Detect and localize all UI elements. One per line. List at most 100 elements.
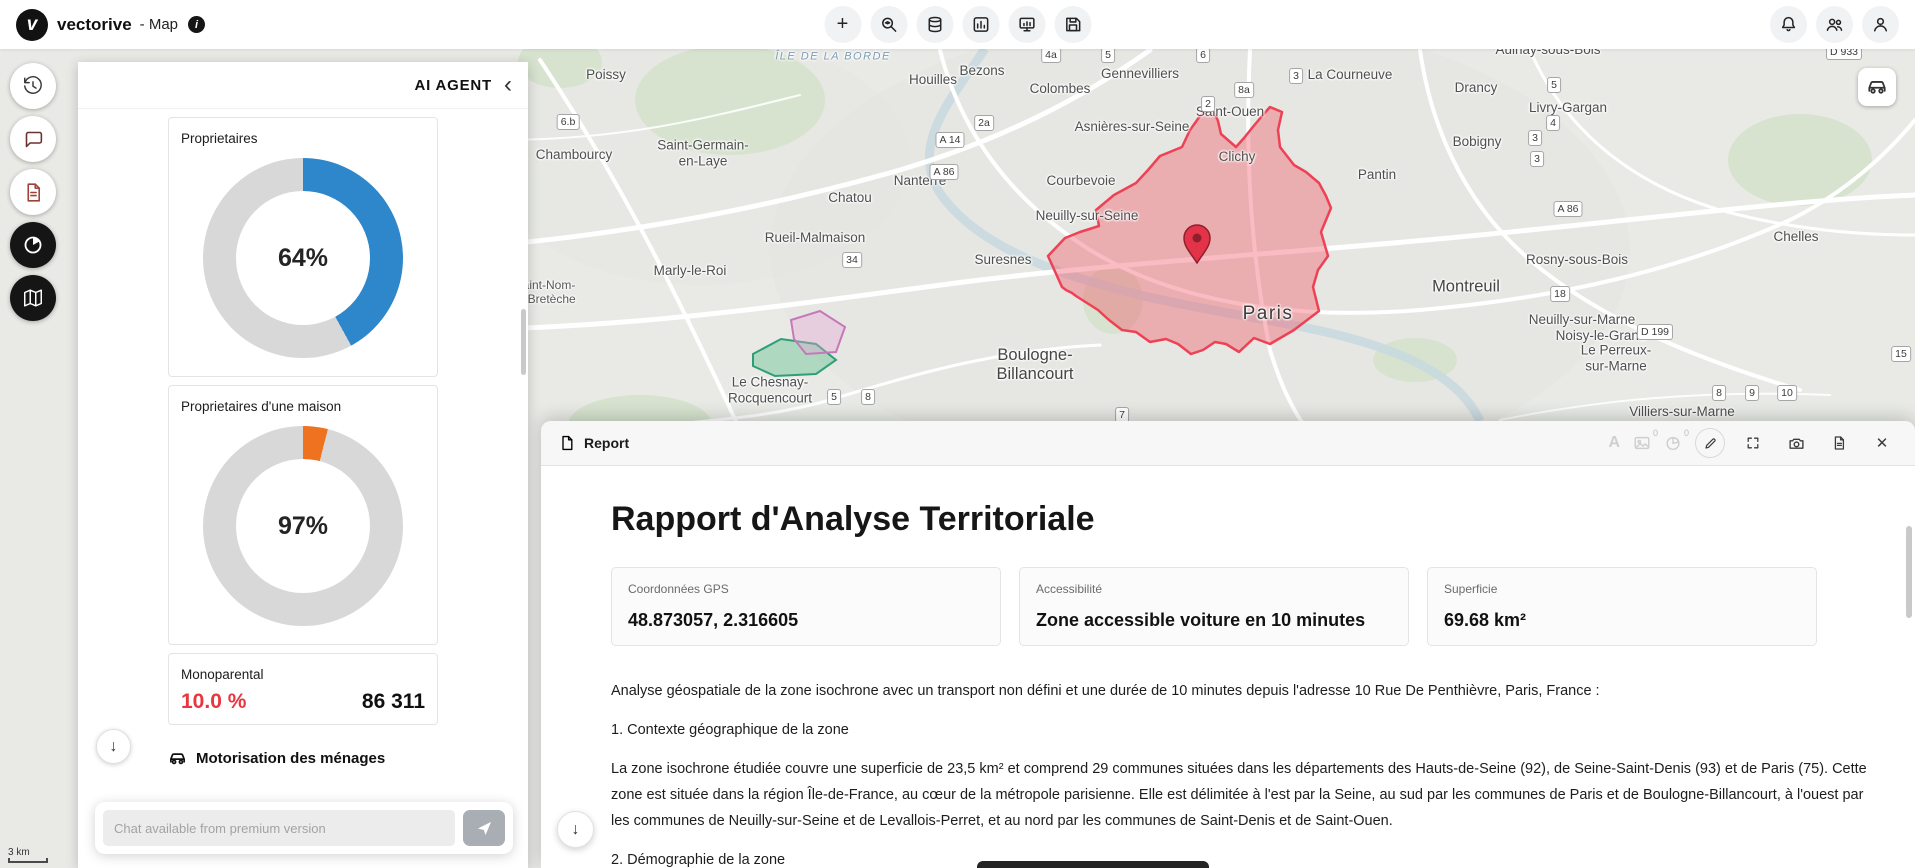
pie-chart-icon: [22, 234, 44, 256]
ai-agent-header: AI AGENT ‹: [78, 62, 528, 109]
topbar: v vectorive - Map i +: [0, 0, 1915, 49]
donut-card-maison: Proprietaires d'une maison 97%: [168, 385, 438, 645]
statistics-button[interactable]: [962, 6, 999, 43]
screenshot-button[interactable]: [1781, 428, 1811, 458]
donut-chart-maison: 97%: [203, 426, 403, 626]
donut-value: 64%: [236, 191, 370, 325]
page-label: - Map: [140, 16, 178, 33]
brand-logo[interactable]: v: [16, 9, 48, 41]
report-header: Report A 0: [541, 421, 1915, 466]
panel-scrollbar[interactable]: [521, 309, 526, 375]
report-body: Rapport d'Analyse Territoriale Coordonné…: [541, 466, 1915, 868]
font-tool-icon: A: [1608, 434, 1620, 452]
search-icon: [879, 15, 898, 34]
send-icon: [476, 820, 493, 837]
document-icon: [23, 182, 44, 203]
ai-agent-body: Proprietaires 64% Proprietaires d'une ma…: [78, 109, 528, 868]
pencil-icon: [1703, 436, 1718, 451]
report-heading: Rapport d'Analyse Territoriale: [611, 500, 1879, 539]
report-text: Analyse géospatiale de la zone isochrone…: [611, 678, 1879, 868]
report-toolbar: A 0 0: [1608, 428, 1897, 458]
section-motorisation-label: Motorisation des ménages: [196, 750, 385, 767]
user-icon: [1871, 15, 1890, 34]
badge-count: 0: [1653, 428, 1658, 438]
kpi-percent: 10.0 %: [181, 690, 246, 714]
section-motorisation: Motorisation des ménages: [168, 749, 438, 768]
team-button[interactable]: [1816, 6, 1853, 43]
export-button[interactable]: [1824, 428, 1854, 458]
profile-button[interactable]: [1862, 6, 1899, 43]
bar-chart-icon: [971, 15, 990, 34]
users-icon: [1825, 15, 1844, 34]
indicator-cards: Proprietaires 64% Proprietaires d'une ma…: [168, 117, 438, 768]
info-card-superficie: Superficie 69.68 km²: [1427, 567, 1817, 646]
report-panel: Report A 0: [541, 421, 1915, 868]
panel-scroll-down-button[interactable]: ↓: [96, 729, 131, 764]
info-card-accessibilite: Accessibilité Zone accessible voiture en…: [1019, 567, 1409, 646]
expand-icon: [1745, 435, 1761, 451]
bottom-toolbar-peek[interactable]: [977, 861, 1209, 868]
edit-report-button[interactable]: [1695, 428, 1725, 458]
presentation-icon: [1017, 15, 1036, 34]
report-info-cards: Coordonnées GPS 48.873057, 2.316605 Acce…: [611, 567, 1817, 646]
topbar-tools: +: [824, 6, 1091, 43]
ai-agent-title: AI AGENT: [414, 77, 492, 94]
report-section1-body: La zone isochrone étudiée couvre une sup…: [611, 756, 1879, 834]
brand-name: vectorive: [57, 15, 132, 35]
chat-button[interactable]: [10, 116, 56, 162]
badge-count: 0: [1684, 428, 1689, 438]
send-button[interactable]: [463, 810, 505, 846]
chat-icon: [23, 129, 44, 150]
notifications-button[interactable]: [1770, 6, 1807, 43]
search-layers-button[interactable]: [870, 6, 907, 43]
card-title: Monoparental: [181, 667, 425, 682]
report-section2-title: 2. Démographie de la zone: [611, 847, 1879, 868]
kpi-count: 86 311: [362, 690, 425, 714]
map-scale-label: 3 km: [8, 847, 30, 858]
donut-chart-proprietaires: 64%: [203, 158, 403, 358]
car-icon: [1866, 76, 1888, 98]
save-icon: [1063, 15, 1082, 34]
report-intro: Analyse géospatiale de la zone isochrone…: [611, 678, 1879, 704]
report-scroll-down-button[interactable]: ↓: [557, 811, 594, 848]
presentation-button[interactable]: [1008, 6, 1045, 43]
info-icon[interactable]: i: [188, 16, 205, 33]
chart-tool-icon: 0: [1664, 434, 1682, 452]
bell-icon: [1779, 15, 1798, 34]
donut-value: 97%: [236, 459, 370, 593]
analytics-button[interactable]: [10, 222, 56, 268]
chat-input[interactable]: [103, 810, 455, 846]
collapse-panel-button[interactable]: ‹: [504, 73, 512, 97]
map-scale-line: [8, 858, 48, 863]
history-button[interactable]: [10, 63, 56, 109]
fullscreen-button[interactable]: [1738, 428, 1768, 458]
close-icon: ✕: [1876, 434, 1889, 452]
card-title: Proprietaires d'une maison: [181, 399, 425, 414]
donut-card-proprietaires: Proprietaires 64%: [168, 117, 438, 377]
chat-bar: [95, 802, 513, 854]
report-scrollbar[interactable]: [1906, 526, 1912, 618]
close-report-button[interactable]: ✕: [1867, 428, 1897, 458]
file-export-icon: [1831, 435, 1847, 451]
history-icon: [22, 75, 44, 97]
camera-icon: [1788, 435, 1805, 452]
card-title: Proprietaires: [181, 131, 425, 146]
brand-logo-glyph: v: [27, 14, 38, 36]
report-title: Report: [584, 435, 629, 451]
ai-agent-panel: AI AGENT ‹ Proprietaires 64% Proprietair…: [78, 62, 528, 868]
map-tools-button[interactable]: [10, 275, 56, 321]
arrow-down-icon: ↓: [572, 821, 580, 839]
image-tool-icon: 0: [1633, 434, 1651, 452]
arrow-down-icon: ↓: [110, 738, 118, 756]
report-list-button[interactable]: [10, 169, 56, 215]
topbar-account: [1770, 6, 1899, 43]
plus-icon: +: [837, 13, 849, 36]
database-icon: [925, 15, 944, 34]
data-layers-button[interactable]: [916, 6, 953, 43]
map-scale: 3 km: [8, 847, 48, 863]
report-section1-title: 1. Contexte géographique de la zone: [611, 717, 1879, 743]
info-card-gps: Coordonnées GPS 48.873057, 2.316605: [611, 567, 1001, 646]
save-button[interactable]: [1054, 6, 1091, 43]
vehicle-mode-button[interactable]: [1858, 68, 1896, 106]
add-button[interactable]: +: [824, 6, 861, 43]
